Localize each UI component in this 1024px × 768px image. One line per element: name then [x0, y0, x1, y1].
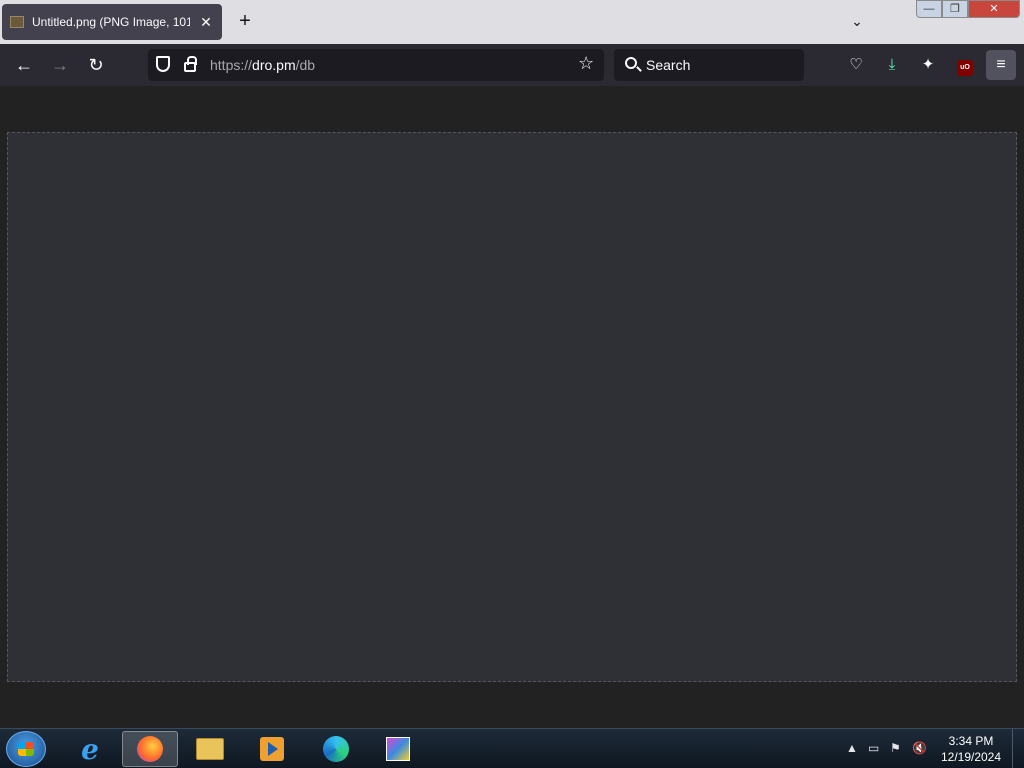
- volume-muted-icon[interactable]: 🔇: [912, 741, 927, 755]
- show-hidden-icons-icon[interactable]: ▲: [846, 741, 858, 755]
- clock[interactable]: 3:34 PM 12/19/2024: [936, 733, 1006, 765]
- folder-icon: [196, 738, 224, 760]
- extensions-icon[interactable]: ✦: [916, 53, 940, 77]
- taskbar-firefox[interactable]: [122, 731, 178, 767]
- pocket-icon[interactable]: ♡: [844, 53, 868, 77]
- bookmark-star-icon[interactable]: ☆: [578, 53, 594, 74]
- url-text[interactable]: https://dro.pm/db: [210, 57, 315, 73]
- search-placeholder: Search: [646, 57, 691, 73]
- close-window-button[interactable]: ✕: [968, 0, 1020, 18]
- forward-button[interactable]: →: [48, 53, 72, 77]
- reload-button[interactable]: ↻: [84, 53, 108, 77]
- search-bar[interactable]: Search: [614, 49, 804, 81]
- ublock-origin-icon[interactable]: uO: [953, 53, 977, 77]
- close-tab-icon[interactable]: ✕: [198, 14, 214, 31]
- taskbar-media-player[interactable]: [244, 731, 300, 767]
- taskbar-app[interactable]: [370, 731, 426, 767]
- edge-icon: [323, 736, 349, 762]
- window-controls: — ❐ ✕: [916, 0, 1020, 18]
- clock-date: 12/19/2024: [940, 750, 1002, 764]
- internet-explorer-icon: e: [81, 732, 99, 766]
- list-all-tabs-button[interactable]: ⌄: [846, 10, 868, 32]
- navigation-toolbar: ← → ↻ https://dro.pm/db ☆ Search ♡ ⤓ ✦ u…: [0, 44, 1024, 86]
- maximize-button[interactable]: ❐: [942, 0, 968, 18]
- back-button[interactable]: ←: [12, 53, 36, 77]
- start-button[interactable]: [6, 731, 46, 767]
- hamburger-menu-icon[interactable]: ≡: [986, 50, 1016, 80]
- url-scheme: https://: [210, 57, 253, 73]
- ublock-origin-label: uO: [957, 60, 973, 76]
- tab-active[interactable]: Untitled.png (PNG Image, 1010 ✕: [2, 4, 222, 40]
- image-file-icon: [10, 16, 24, 28]
- url-path: /db: [295, 57, 316, 73]
- network-icon[interactable]: ▭: [868, 741, 879, 755]
- url-bar[interactable]: https://dro.pm/db ☆: [148, 49, 604, 81]
- taskbar-edge[interactable]: [308, 731, 364, 767]
- taskbar-internet-explorer[interactable]: e: [62, 731, 118, 767]
- minimize-button[interactable]: —: [916, 0, 942, 18]
- lock-icon[interactable]: [184, 56, 197, 72]
- tab-strip: Untitled.png (PNG Image, 1010 ✕ + ⌄ — ❐ …: [0, 0, 1024, 44]
- download-icon[interactable]: ⤓: [880, 53, 904, 77]
- image-placeholder[interactable]: [7, 132, 1017, 682]
- shield-icon[interactable]: [156, 56, 170, 72]
- system-tray: ▲ ▭ ⚑ 🔇 3:34 PM 12/19/2024: [840, 729, 1024, 768]
- page-content: [0, 86, 1024, 728]
- firefox-icon: [137, 736, 163, 762]
- url-host: dro.pm: [252, 57, 296, 73]
- tab-title: Untitled.png (PNG Image, 1010: [32, 15, 190, 29]
- search-icon: [625, 57, 637, 69]
- taskbar-file-explorer[interactable]: [182, 731, 238, 767]
- taskbar: e ▲ ▭ ⚑ 🔇 3:34 PM 12/19/2024: [0, 728, 1024, 768]
- app-icon: [386, 737, 410, 761]
- show-desktop-button[interactable]: [1012, 729, 1024, 768]
- clock-time: 3:34 PM: [948, 734, 994, 748]
- action-center-flag-icon[interactable]: ⚑: [890, 741, 901, 755]
- new-tab-button[interactable]: +: [234, 10, 256, 32]
- media-player-icon: [260, 737, 284, 761]
